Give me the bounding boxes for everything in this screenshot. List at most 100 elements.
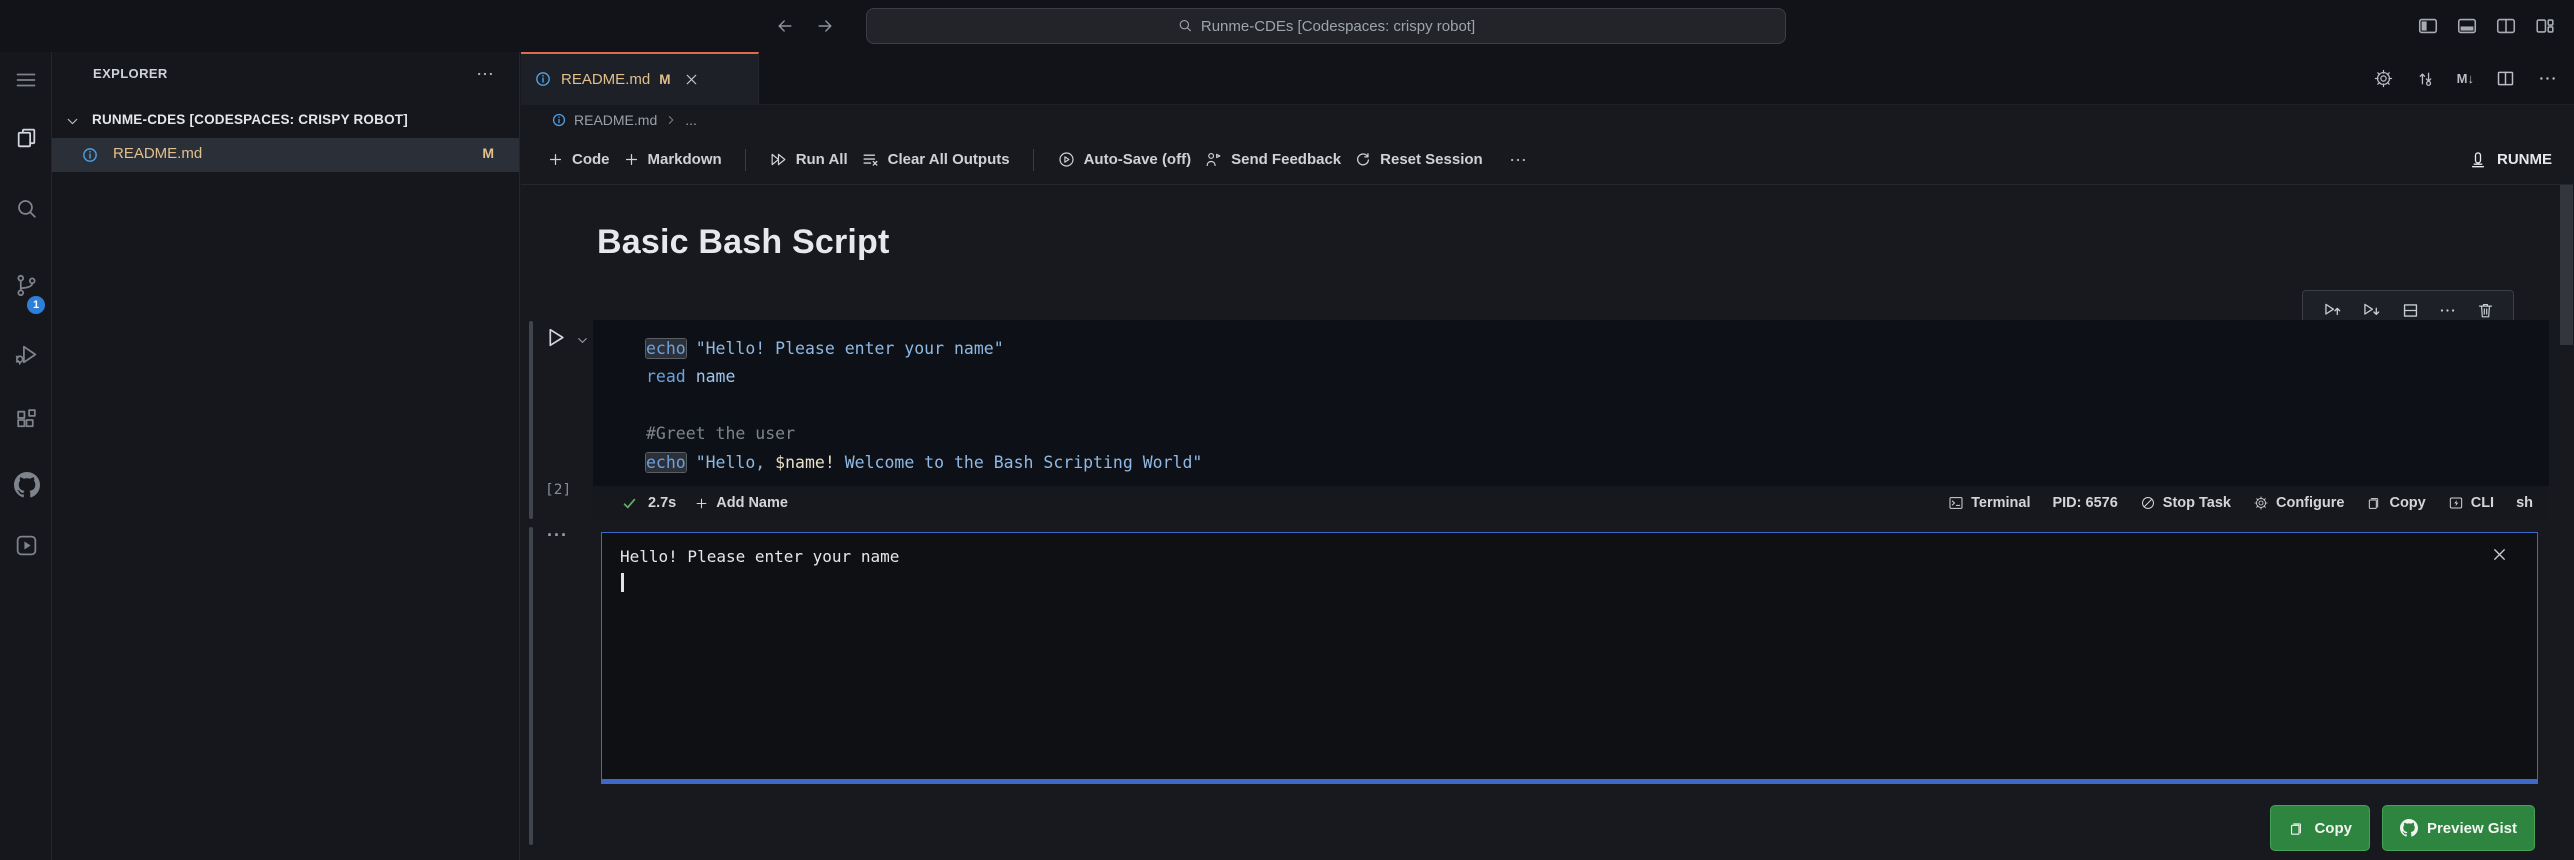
run-all-button[interactable]: Run All [769, 150, 848, 169]
split-editor-icon[interactable] [2495, 68, 2516, 89]
add-name-button[interactable]: Add Name [694, 495, 788, 511]
source-control-badge: 1 [27, 296, 45, 314]
terminal-button[interactable]: Terminal [1948, 495, 2030, 511]
editor-scrollbar[interactable] [2560, 185, 2573, 345]
customize-layout-icon[interactable] [2534, 15, 2556, 37]
session-sync-icon[interactable] [2415, 68, 2436, 89]
vscode-window: Runme-CDEs [Codespaces: crispy robot] 1 … [0, 0, 2574, 860]
search-sidebar-icon[interactable] [14, 197, 38, 221]
breadcrumb-file[interactable]: README.md [574, 112, 657, 128]
terminal-cursor [621, 573, 624, 592]
cli-button[interactable]: CLI [2448, 495, 2494, 511]
history-forward-icon[interactable] [815, 16, 835, 36]
toggle-sidebar-icon[interactable] [2417, 15, 2439, 37]
tab-close-icon[interactable] [683, 71, 700, 88]
pid-label: PID: 6576 [2052, 495, 2118, 511]
tab-modified-badge: M [659, 71, 671, 87]
cell-focus-indicator[interactable] [529, 321, 533, 519]
toggle-panel-icon[interactable] [2456, 15, 2478, 37]
stop-task-button[interactable]: Stop Task [2140, 495, 2231, 511]
code-cell[interactable]: echo "Hello! Please enter your name" read… [593, 320, 2549, 520]
notebook-body: Basic Bash Script [2] echo "Hello! Pleas… [521, 185, 2574, 860]
code-line: read name [646, 367, 736, 387]
history-back-icon[interactable] [775, 16, 795, 36]
kernel-picker[interactable]: RUNME [2468, 150, 2574, 170]
cell-status-bar: 2.7s Add Name Terminal PID: 6576 Stop Ta… [593, 486, 2549, 520]
output-actions: Copy Preview Gist [2270, 805, 2535, 851]
cell-more-actions-icon[interactable] [2438, 301, 2457, 320]
info-file-icon [81, 146, 99, 164]
toggle-secondary-sidebar-icon[interactable] [2495, 15, 2517, 37]
breadcrumb-ellipsis[interactable]: ... [685, 112, 697, 128]
success-check-icon [621, 495, 638, 512]
editor-more-actions-icon[interactable] [2537, 68, 2558, 89]
info-file-icon [551, 112, 567, 128]
code-line: echo "Hello! Please enter your name" [646, 339, 1004, 358]
search-icon [1177, 18, 1193, 34]
copy-output-button[interactable]: Copy [2270, 805, 2370, 851]
explorer-more-actions-icon[interactable] [475, 64, 495, 84]
output-close-icon[interactable] [2490, 545, 2509, 564]
source-control-icon[interactable] [14, 273, 38, 297]
menu-icon[interactable] [14, 68, 38, 92]
chevron-down-icon [64, 113, 81, 130]
workspace-section-header[interactable]: RUNME-CDES [CODESPACES: CRISPY ROBOT] [52, 108, 519, 135]
command-center-search[interactable]: Runme-CDEs [Codespaces: crispy robot] [866, 8, 1786, 44]
search-value: Runme-CDEs [Codespaces: crispy robot] [1200, 17, 1476, 35]
tab-label: README.md [561, 70, 651, 88]
configure-button[interactable]: Configure [2253, 495, 2344, 511]
notebook-toolbar: Code Markdown Run All Clear All Outputs … [521, 135, 2574, 185]
settings-gear-icon[interactable] [2373, 68, 2394, 89]
file-row-readme[interactable]: README.md M [52, 138, 519, 172]
clear-all-outputs-button[interactable]: Clear All Outputs [861, 150, 1010, 169]
breadcrumb: README.md ... [521, 105, 2574, 135]
add-code-cell-button[interactable]: Code [547, 151, 610, 168]
execution-duration: 2.7s [648, 495, 677, 511]
tab-bar: README.md M M↓ [521, 52, 2574, 105]
sidebar-title: EXPLORER [93, 66, 168, 81]
execute-below-icon[interactable] [2361, 300, 2382, 321]
runme-panel-icon[interactable] [14, 533, 38, 557]
toolbar-divider [744, 148, 746, 171]
activity-bar: 1 [0, 52, 52, 860]
file-name: README.md [113, 145, 203, 162]
add-markdown-cell-button[interactable]: Markdown [623, 151, 722, 168]
explorer-sidebar: EXPLORER RUNME-CDES [CODESPACES: CRISPY … [52, 52, 520, 860]
run-options-chevron-icon[interactable] [575, 333, 590, 348]
copy-cell-button[interactable]: Copy [2366, 495, 2426, 511]
chevron-right-icon [664, 113, 678, 127]
workspace-name: RUNME-CDES [CODESPACES: CRISPY ROBOT] [92, 112, 408, 127]
run-debug-icon[interactable] [14, 342, 38, 366]
tab-readme[interactable]: README.md M [521, 52, 759, 104]
code-editor[interactable]: echo "Hello! Please enter your name" read… [593, 320, 2549, 477]
cell-language-label[interactable]: sh [2516, 495, 2533, 511]
execute-above-icon[interactable] [2322, 300, 2343, 321]
output-menu-icon[interactable]: ··· [547, 525, 568, 546]
editor-area: README.md M M↓ README.md ... Code Markdo… [521, 52, 2574, 860]
terminal-output-text: Hello! Please enter your name [620, 547, 900, 566]
kernel-name: RUNME [2497, 151, 2552, 168]
github-icon[interactable] [14, 472, 38, 496]
markdown-preview-icon[interactable]: M↓ [2457, 71, 2474, 86]
extensions-icon[interactable] [14, 407, 38, 431]
title-bar: Runme-CDEs [Codespaces: crispy robot] [0, 0, 2574, 52]
send-feedback-button[interactable]: Send Feedback [1204, 150, 1341, 169]
code-line: #Greet the user [646, 424, 796, 444]
preview-gist-button[interactable]: Preview Gist [2381, 805, 2535, 851]
auto-save-toggle[interactable]: Auto-Save (off) [1057, 150, 1191, 169]
output-focus-indicator[interactable] [529, 527, 533, 845]
info-file-icon [534, 70, 552, 88]
markdown-heading: Basic Bash Script [597, 223, 890, 261]
code-line: echo "Hello, $name! Welcome to the Bash … [646, 452, 1203, 472]
execution-count: [2] [545, 482, 572, 498]
explorer-icon[interactable] [14, 126, 38, 150]
toolbar-divider [1032, 148, 1034, 171]
run-cell-button[interactable] [543, 325, 568, 350]
reset-session-button[interactable]: Reset Session [1354, 151, 1483, 169]
file-modified-badge: M [482, 145, 494, 161]
toolbar-more-actions-icon[interactable] [1508, 150, 1528, 170]
terminal-output[interactable]: Hello! Please enter your name [601, 532, 2538, 784]
split-cell-icon[interactable] [2401, 301, 2420, 320]
delete-cell-icon[interactable] [2476, 301, 2495, 320]
